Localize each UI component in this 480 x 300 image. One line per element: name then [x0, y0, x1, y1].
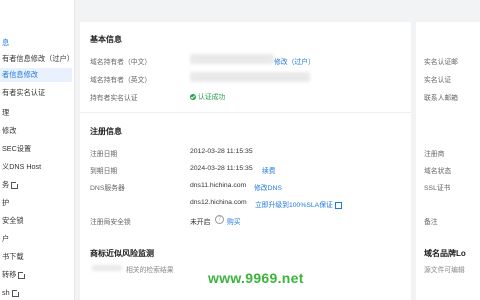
ssl-label: SSL证书	[424, 185, 451, 192]
sidebar-item-label: sh	[2, 288, 10, 297]
dns-label: DNS服务器	[90, 185, 125, 192]
sidebar-item-security-lock[interactable]: 安全锁	[0, 214, 72, 228]
monitor-subtitle: 相关的检索结果	[126, 267, 174, 274]
sidebar-item-label: 转移	[2, 270, 17, 279]
monitor-blurred-text	[92, 265, 122, 271]
sidebar-item-realname[interactable]: 有者实名认证	[0, 86, 72, 100]
brand-title: 域名品牌Lo	[424, 249, 466, 258]
note-label: 备注	[424, 219, 438, 226]
sidebar-item-label: 义DNS Host	[2, 162, 42, 171]
reg-date-label: 注册日期	[90, 151, 118, 158]
sidebar-item-holder-transfer[interactable]: 有者信息修改（过户）	[0, 52, 72, 66]
sidebar-item-label: 护	[2, 198, 10, 207]
lock-status: 未开启	[190, 219, 211, 226]
upgrade-sla-link[interactable]: 立即升级到100%SLA保证	[255, 199, 342, 209]
sidebar-item-label: 有者实名认证	[2, 88, 46, 97]
sidebar-item-account[interactable]: 户	[0, 232, 72, 246]
external-link-icon	[334, 201, 342, 209]
registrar-label: 注册商	[424, 151, 445, 158]
holder-en-value	[190, 72, 310, 82]
realname-status-text: 认证成功	[198, 94, 226, 101]
sidebar-item-dns-host[interactable]: 义DNS Host	[0, 160, 72, 174]
dns2-value: dns12.hichina.com	[190, 199, 247, 206]
holder-cn-label: 域名持有者（中文）	[90, 59, 152, 66]
external-link-icon	[11, 288, 20, 297]
realname-email-label: 实名认证邮	[424, 59, 458, 66]
modify-dns-link[interactable]: 修改DNS	[254, 182, 282, 192]
sidebar-item-label: 书下载	[2, 252, 24, 261]
expire-date-value: 2024-03-28 11:15:35	[190, 165, 253, 172]
sidebar: 息 有者信息修改（过户） 者信息修改 有者实名认证 理 修改 SEC设置 义DN…	[0, 0, 75, 300]
sidebar-item-label: 理	[2, 108, 10, 117]
brand-subtitle: 源文件可编辑	[424, 267, 465, 274]
check-circle-icon	[190, 94, 196, 101]
sidebar-item-label: 户	[2, 234, 10, 243]
sidebar-item-protect[interactable]: 护	[0, 196, 72, 210]
brand-logo-card: 域名品牌Lo 源文件可编辑	[416, 244, 480, 300]
external-link-icon	[11, 180, 20, 189]
domain-status-label: 域名状态	[424, 168, 452, 175]
upgrade-sla-text: 立即升级到100%SLA保证	[255, 202, 333, 209]
sidebar-item-sh[interactable]: sh	[0, 286, 72, 300]
renew-link[interactable]: 续费	[262, 165, 276, 175]
sidebar-item-label: 修改	[2, 126, 17, 135]
help-icon[interactable]: ?	[215, 215, 224, 224]
divider	[80, 112, 411, 113]
lock-label: 注册局安全锁	[90, 219, 131, 226]
sidebar-item-label: SEC设置	[2, 144, 32, 153]
sidebar-item-label: 务	[2, 180, 10, 189]
realname-status-label: 实名认证	[424, 77, 452, 84]
expire-date-label: 到期日期	[90, 168, 118, 175]
sidebar-item-manage[interactable]: 理	[0, 106, 72, 120]
section-title-register: 注册信息	[90, 127, 122, 136]
contact-email-label: 联系人邮箱	[424, 95, 458, 102]
dns1-value: dns11.hichina.com	[190, 182, 247, 189]
sidebar-item-info[interactable]: 息	[0, 36, 72, 50]
holder-en-label: 域名持有者（英文）	[90, 77, 152, 84]
reg-date-value: 2012-03-28 11:15:35	[190, 148, 253, 155]
watermark: www.9969.net	[208, 270, 304, 286]
sidebar-item-holder-modify[interactable]: 者信息修改	[0, 68, 72, 82]
sidebar-item-label: 安全锁	[2, 216, 24, 225]
sidebar-item-dnssec[interactable]: SEC设置	[0, 142, 72, 156]
external-link-icon	[18, 270, 27, 279]
realname-label: 持有者实名认证	[90, 95, 138, 102]
holder-transfer-link[interactable]: 修改（过户）	[274, 56, 315, 66]
realname-status: 认证成功	[190, 91, 225, 101]
sidebar-item-modify[interactable]: 修改	[0, 124, 72, 138]
buy-lock-link[interactable]: 购买	[227, 216, 241, 226]
sidebar-item-cert-download[interactable]: 书下载	[0, 250, 72, 264]
sidebar-item-label: 息	[2, 38, 10, 47]
sidebar-item-service[interactable]: 务	[0, 178, 72, 192]
sidebar-item-label: 有者信息修改（过户）	[2, 54, 72, 63]
holder-cn-value	[190, 54, 274, 64]
sidebar-item-transfer[interactable]: 转移	[0, 268, 72, 282]
sidebar-item-label: 者信息修改	[2, 70, 38, 79]
section-title-basic: 基本信息	[90, 35, 122, 44]
monitor-title: 商标近似风险监测	[90, 249, 154, 258]
